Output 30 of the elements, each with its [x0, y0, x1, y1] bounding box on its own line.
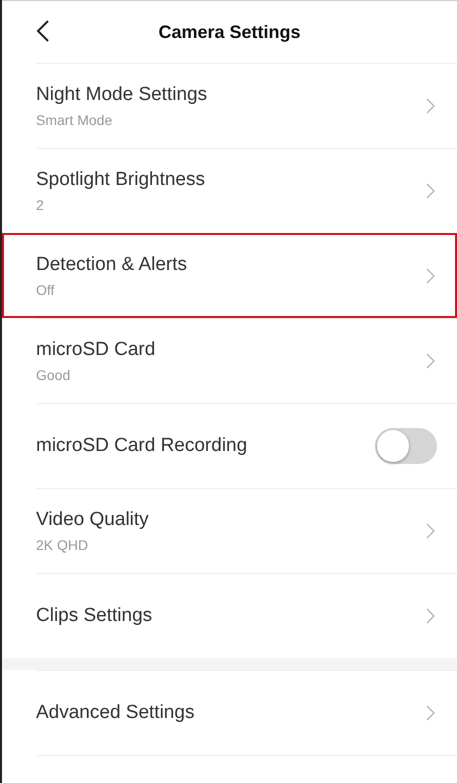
- setting-title: microSD Card Recording: [36, 435, 248, 457]
- setting-title: Night Mode Settings: [36, 84, 208, 106]
- settings-row[interactable]: Detection & Alerts Off: [2, 233, 457, 318]
- setting-value: Smart Mode: [36, 112, 114, 128]
- setting-title: Detection & Alerts: [36, 254, 188, 276]
- setting-value: Off: [36, 282, 56, 298]
- setting-value: Good: [36, 367, 72, 383]
- toggle-switch[interactable]: [375, 428, 437, 464]
- settings-row[interactable]: microSD Card Recording: [36, 403, 457, 488]
- setting-title: Clips Settings: [36, 605, 152, 627]
- setting-title: microSD Card: [36, 339, 156, 361]
- setting-value: 2K QHD: [36, 537, 90, 553]
- setting-title: Video Quality: [36, 509, 149, 531]
- back-icon[interactable]: [36, 19, 50, 43]
- chevron-icon: [426, 268, 435, 284]
- chevron-icon: [426, 183, 435, 199]
- page-title: Camera Settings: [158, 22, 301, 42]
- chevron-icon: [426, 353, 435, 369]
- settings-row[interactable]: Advanced Settings: [36, 670, 457, 755]
- chevron-icon: [426, 608, 435, 624]
- settings-row[interactable]: Night Mode Settings Smart Mode: [36, 63, 457, 148]
- chevron-icon: [426, 523, 435, 539]
- setting-value: 2: [36, 197, 45, 213]
- setting-title: Advanced Settings: [36, 702, 194, 724]
- settings-row[interactable]: Spotlight Brightness 2: [36, 148, 457, 233]
- settings-row[interactable]: microSD Card Good: [36, 318, 457, 403]
- chevron-icon: [426, 705, 435, 721]
- setting-title: Spotlight Brightness: [36, 169, 205, 191]
- chevron-icon: [426, 98, 435, 114]
- settings-row[interactable]: Video Quality 2K QHD: [36, 488, 457, 573]
